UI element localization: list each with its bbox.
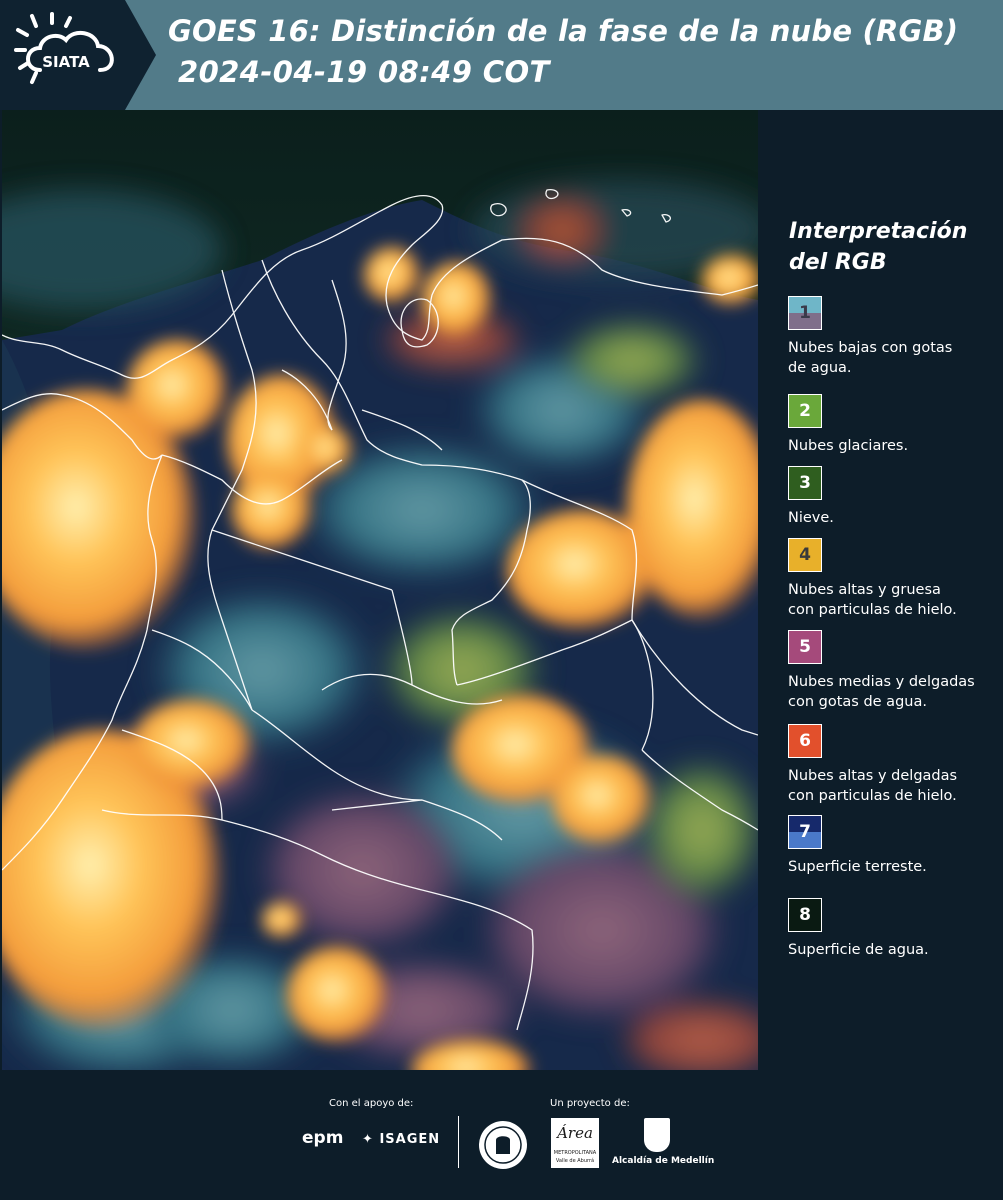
legend-swatch: 8: [788, 898, 822, 932]
seal-icon: [479, 1121, 527, 1169]
legend-number: 4: [799, 545, 811, 565]
legend-description: Nieve.: [788, 508, 998, 528]
isagen-mark-icon: ✦: [362, 1132, 374, 1147]
legend-swatch: 5: [788, 630, 822, 664]
legend-number: 6: [799, 731, 811, 751]
legend-description: Nubes bajas con gotas de agua.: [788, 338, 998, 378]
legend-number: 8: [799, 905, 811, 925]
legend-description-line: Nubes medias y delgadas: [788, 674, 975, 690]
isagen-text: ISAGEN: [379, 1132, 441, 1147]
legend-description-line: Nubes glaciares.: [788, 438, 909, 454]
siata-logo-text: SIATA: [42, 53, 90, 71]
amva-logo: Área METROPOLITANA Valle de Aburrá: [551, 1118, 599, 1168]
amva-sub2: Valle de Aburrá: [555, 1158, 595, 1164]
legend-title-line1: Interpretación: [789, 219, 968, 244]
legend-title: Interpretación del RGB: [789, 216, 989, 278]
legend-item: 4 Nubes altas y gruesa con particulas de h…: [788, 538, 998, 620]
sun-cloud-icon: SIATA: [14, 12, 114, 84]
legend-number: 5: [799, 637, 811, 657]
legend-item: 5 Nubes medias y delgadas con gotas de agu…: [788, 630, 998, 712]
legend-description-line: con particulas de hielo.: [788, 602, 957, 618]
legend-description: Nubes medias y delgadas con gotas de agua…: [788, 672, 998, 712]
legend-item: 1 Nubes bajas con gotas de agua.: [788, 296, 998, 378]
rgb-cloud-phase-map: [2, 110, 758, 1070]
legend-number: 2: [799, 401, 811, 421]
legend-description-line: de agua.: [788, 360, 852, 376]
support-label: Con el apoyo de:: [329, 1098, 414, 1109]
footer-divider: [458, 1116, 459, 1168]
amva-sub1: METROPOLITANA: [553, 1150, 597, 1156]
medellin-crest-icon: [644, 1118, 670, 1152]
medellin-logo: Alcaldía de Medellín: [612, 1118, 715, 1166]
siata-logo: SIATA: [0, 0, 156, 110]
legend-item: 6 Nubes altas y delgadas con particulas de…: [788, 724, 998, 806]
legend-swatch: 2: [788, 394, 822, 428]
legend-description-line: Nubes altas y delgadas: [788, 768, 958, 784]
legend-description-line: Nubes bajas con gotas: [788, 340, 953, 356]
legend-title-line2: del RGB: [789, 250, 887, 275]
isagen-logo: ✦ ISAGEN: [362, 1132, 440, 1147]
legend-swatch: 7: [788, 815, 822, 849]
legend-item: 7 Superficie terreste.: [788, 815, 998, 877]
timestamp: 2024-04-19 08:49 COT: [178, 55, 550, 89]
legend-description: Nubes glaciares.: [788, 436, 998, 456]
page-title: GOES 16: Distinción de la fase de la nub…: [168, 14, 959, 48]
amva-name: Área: [557, 1124, 593, 1142]
header-bar: SIATA GOES 16: Distinción de la fase de …: [0, 0, 1003, 110]
footer: Con el apoyo de: Un proyecto de: epm ✦ I…: [0, 1070, 1003, 1200]
legend-description: Superficie terreste.: [788, 857, 998, 877]
legend-item: 8 Superficie de agua.: [788, 898, 998, 960]
legend-description-line: Nubes altas y gruesa: [788, 582, 941, 598]
satellite-image: [2, 110, 758, 1070]
epm-logo: epm: [302, 1128, 344, 1148]
legend-description: Superficie de agua.: [788, 940, 998, 960]
legend-description: Nubes altas y delgadas con particulas de …: [788, 766, 998, 806]
legend-description-line: con gotas de agua.: [788, 694, 927, 710]
legend-description: Nubes altas y gruesa con particulas de hi…: [788, 580, 998, 620]
legend-swatch: 6: [788, 724, 822, 758]
legend-number: 7: [799, 822, 811, 842]
legend-swatch: 4: [788, 538, 822, 572]
legend-item: 3 Nieve.: [788, 466, 998, 528]
legend-swatch: 3: [788, 466, 822, 500]
legend-number: 1: [799, 303, 811, 323]
legend-number: 3: [799, 473, 811, 493]
legend-description-line: Superficie terreste.: [788, 859, 927, 875]
legend-description-line: Superficie de agua.: [788, 942, 929, 958]
legend-item: 2 Nubes glaciares.: [788, 394, 998, 456]
project-label: Un proyecto de:: [550, 1098, 630, 1109]
legend-swatch: 1: [788, 296, 822, 330]
legend-panel: Interpretación del RGB 1 Nubes bajas con …: [760, 110, 1003, 1070]
legend-description-line: con particulas de hielo.: [788, 788, 957, 804]
legend-description-line: Nieve.: [788, 510, 834, 526]
medellin-name: Alcaldía de Medellín: [612, 1156, 715, 1166]
